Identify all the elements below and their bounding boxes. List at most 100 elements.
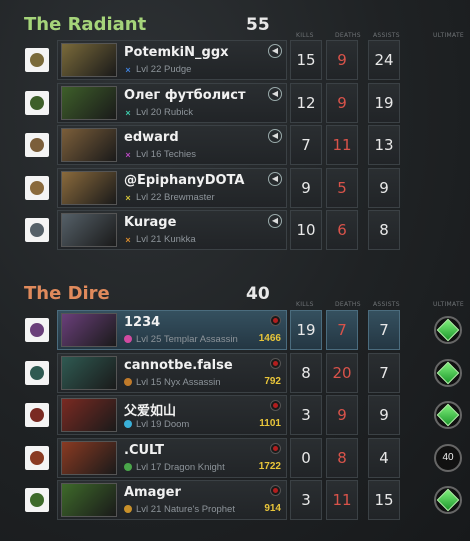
player-card[interactable]: @EpiphanyDOTA × Lvl 22 Brewmaster ◀ [57,167,287,208]
ultimate-indicator [434,316,462,344]
hero-portrait [61,483,117,517]
hero-portrait [61,398,117,432]
hero-portrait [61,355,117,390]
player-card[interactable]: edward × Lvl 16 Techies ◀ [57,125,287,165]
player-kills: 12 [290,82,322,123]
attribute-icon: × [125,65,131,75]
avatar-image [30,180,44,195]
player-avatar[interactable] [25,403,49,427]
hero-level-text: Lvl 15 Nyx Assassin [136,376,221,388]
attribute-icon: × [125,107,131,118]
status-indicator-icon [270,485,281,496]
dire-team-name: The Dire [24,283,110,304]
voice-icon[interactable]: ◀ [268,129,282,143]
player-deaths: 7 [326,310,358,350]
hero-level-text: Lvl 22 Pudge [136,64,192,75]
player-assists: 7 [368,352,400,393]
player-gold: 914 [264,503,281,514]
player-avatar[interactable] [25,48,49,72]
player-avatar[interactable] [25,488,49,512]
player-card[interactable]: 父爱如山 Lvl 19 Doom 1101 [57,395,287,435]
player-card[interactable]: PotemkiN_ggx × Lvl 22 Pudge ◀ [57,40,287,80]
player-card[interactable]: Kurage × Lvl 21 Kunkka ◀ [57,210,287,250]
player-name: 父爱如山 [124,404,177,419]
player-hero-level: Lvl 21 Nature's Prophet [124,504,235,515]
player-name: 1234 [124,315,161,330]
player-avatar[interactable] [25,360,49,385]
voice-icon[interactable]: ◀ [268,214,282,228]
player-hero-level: Lvl 15 Nyx Assassin [124,377,220,388]
radiant-score: 55 [246,15,270,35]
attribute-icon: × [125,192,131,203]
player-card[interactable]: cannotbe.false Lvl 15 Nyx Assassin 792 [57,352,287,393]
player-card[interactable]: Amager Lvl 21 Nature's Prophet 914 [57,480,287,520]
attribute-dot-icon [124,462,132,471]
player-kills: 8 [290,352,322,393]
hero-level-text: Lvl 22 Brewmaster [136,191,215,203]
player-name: Amager [124,485,181,500]
player-deaths: 9 [326,82,358,123]
player-row[interactable]: edward × Lvl 16 Techies ◀ 7 11 13 [0,124,470,166]
player-avatar[interactable] [25,318,49,342]
ultimate-ready-gem-icon [436,361,460,384]
player-name: PotemkiN_ggx [124,45,229,60]
player-hero-level: Lvl 17 Dragon Knight [124,462,225,473]
player-assists: 24 [368,40,400,80]
voice-icon[interactable]: ◀ [268,86,282,101]
voice-icon[interactable]: ◀ [268,171,282,186]
voice-icon[interactable]: ◀ [268,44,282,58]
player-avatar[interactable] [25,175,49,200]
hero-level-text: Lvl 17 Dragon Knight [136,461,225,473]
player-kills: 10 [290,210,322,250]
status-indicator-icon [270,400,281,411]
player-deaths: 11 [326,125,358,165]
hero-portrait [61,170,117,205]
player-avatar[interactable] [25,218,49,242]
player-name: .CULT [124,442,165,458]
ultimate-ready-gem-icon [436,403,460,427]
player-row[interactable]: @EpiphanyDOTA × Lvl 22 Brewmaster ◀ 9 5 9 [0,167,470,209]
player-row[interactable]: Олег футболист × Lvl 20 Rubick ◀ 12 9 19 [0,82,470,124]
hero-portrait [61,313,117,347]
attribute-icon: × [125,235,131,245]
player-deaths: 9 [326,395,358,435]
hero-level-text: Lvl 25 Templar Assassin [136,334,238,345]
player-deaths: 5 [326,167,358,208]
player-name: edward [124,130,179,145]
avatar-image [30,223,44,237]
player-name: cannotbe.false [124,357,233,373]
player-card[interactable]: 1234 Lvl 25 Templar Assassin 1466 [57,310,287,350]
player-hero-level: × Lvl 22 Brewmaster [124,191,215,203]
player-card[interactable]: .CULT Lvl 17 Dragon Knight 1722 [57,437,287,478]
player-avatar[interactable] [25,90,49,115]
player-row[interactable]: .CULT Lvl 17 Dragon Knight 1722 0 8 4 40 [0,437,470,479]
player-name: Олег футболист [124,87,246,103]
kills-column-header: KILLS [296,32,314,39]
player-row[interactable]: 父爱如山 Lvl 19 Doom 1101 3 9 9 [0,394,470,436]
status-indicator-icon [270,315,281,326]
player-assists: 8 [368,210,400,250]
player-avatar[interactable] [25,133,49,157]
player-assists: 13 [368,125,400,165]
player-assists: 7 [368,310,400,350]
player-card[interactable]: Олег футболист × Lvl 20 Rubick ◀ [57,82,287,123]
player-hero-level: × Lvl 21 Kunkka [124,234,195,245]
player-row[interactable]: 1234 Lvl 25 Templar Assassin 1466 19 7 7 [0,309,470,351]
player-row[interactable]: Kurage × Lvl 21 Kunkka ◀ 10 6 8 [0,209,470,251]
attribute-dot-icon [124,335,132,343]
player-deaths: 9 [326,40,358,80]
attribute-icon: × [125,150,131,160]
player-assists: 9 [368,167,400,208]
player-row[interactable]: Amager Lvl 21 Nature's Prophet 914 3 11 15 [0,479,470,521]
player-kills: 3 [290,395,322,435]
attribute-dot-icon [124,377,132,386]
player-row[interactable]: PotemkiN_ggx × Lvl 22 Pudge ◀ 15 9 24 [0,39,470,81]
hero-level-text: Lvl 21 Nature's Prophet [136,504,235,515]
player-row[interactable]: cannotbe.false Lvl 15 Nyx Assassin 792 8 20 7 [0,352,470,394]
radiant-header: The Radiant 55 KILLS DEATHS ASSISTS ULTI… [0,10,470,40]
ultimate-ready-gem-icon [436,318,460,342]
player-avatar[interactable] [25,445,49,470]
hero-level-text: Lvl 19 Doom [136,419,190,430]
kills-column-header: KILLS [296,301,314,308]
status-indicator-icon [270,357,281,369]
